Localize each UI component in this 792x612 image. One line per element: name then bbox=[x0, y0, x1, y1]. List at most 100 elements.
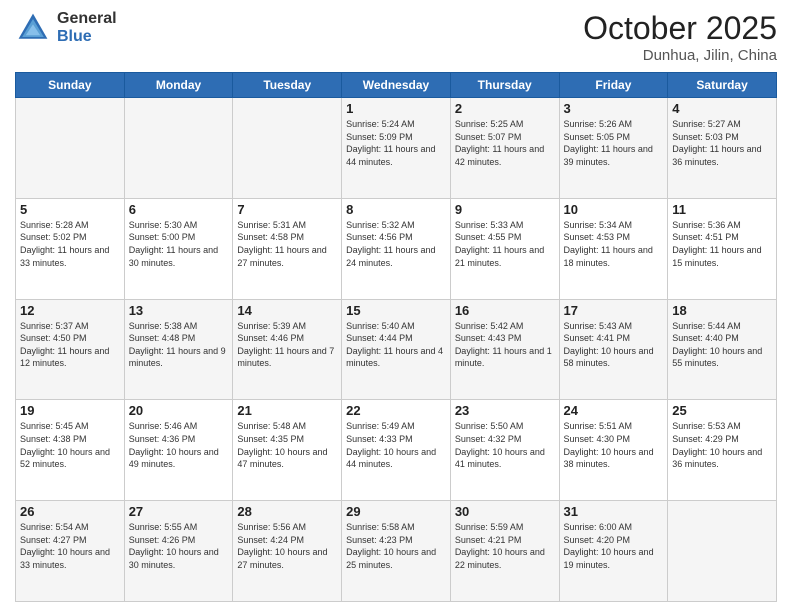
day-number: 29 bbox=[346, 504, 446, 519]
calendar-cell: 19 Sunrise: 5:45 AM Sunset: 4:38 PM Dayli… bbox=[16, 400, 125, 501]
day-info: Sunrise: 5:43 AM Sunset: 4:41 PM Dayligh… bbox=[564, 320, 664, 370]
day-number: 13 bbox=[129, 303, 229, 318]
day-info: Sunrise: 5:37 AM Sunset: 4:50 PM Dayligh… bbox=[20, 320, 120, 370]
month-title: October 2025 bbox=[583, 10, 777, 47]
day-info: Sunrise: 5:31 AM Sunset: 4:58 PM Dayligh… bbox=[237, 219, 337, 269]
calendar-cell bbox=[124, 98, 233, 199]
calendar-cell: 23 Sunrise: 5:50 AM Sunset: 4:32 PM Dayli… bbox=[450, 400, 559, 501]
weekday-header-saturday: Saturday bbox=[668, 73, 777, 98]
day-number: 31 bbox=[564, 504, 664, 519]
day-info: Sunrise: 5:50 AM Sunset: 4:32 PM Dayligh… bbox=[455, 420, 555, 470]
calendar-cell: 24 Sunrise: 5:51 AM Sunset: 4:30 PM Dayli… bbox=[559, 400, 668, 501]
calendar-cell: 8 Sunrise: 5:32 AM Sunset: 4:56 PM Daylig… bbox=[342, 198, 451, 299]
day-number: 5 bbox=[20, 202, 120, 217]
calendar-cell: 30Sunrise: 5:59 AM Sunset: 4:21 PM Dayli… bbox=[450, 501, 559, 602]
calendar-cell bbox=[16, 98, 125, 199]
day-info: Sunrise: 5:38 AM Sunset: 4:48 PM Dayligh… bbox=[129, 320, 229, 370]
day-info: Sunrise: 5:39 AM Sunset: 4:46 PM Dayligh… bbox=[237, 320, 337, 370]
calendar-cell: 5 Sunrise: 5:28 AM Sunset: 5:02 PM Daylig… bbox=[16, 198, 125, 299]
day-number: 11 bbox=[672, 202, 772, 217]
header: General Blue October 2025 Dunhua, Jilin,… bbox=[15, 10, 777, 64]
page: General Blue October 2025 Dunhua, Jilin,… bbox=[0, 0, 792, 612]
day-number: 30 bbox=[455, 504, 555, 519]
day-info: Sunrise: 5:27 AM Sunset: 5:03 PM Dayligh… bbox=[672, 118, 772, 168]
day-number: 22 bbox=[346, 403, 446, 418]
calendar-table: SundayMondayTuesdayWednesdayThursdayFrid… bbox=[15, 72, 777, 602]
day-info: Sunrise: 5:45 AM Sunset: 4:38 PM Dayligh… bbox=[20, 420, 120, 470]
weekday-header-wednesday: Wednesday bbox=[342, 73, 451, 98]
weekday-header-thursday: Thursday bbox=[450, 73, 559, 98]
day-info: Sunrise: 5:55 AM Sunset: 4:26 PM Dayligh… bbox=[129, 521, 229, 571]
day-info: Sunrise: 5:26 AM Sunset: 5:05 PM Dayligh… bbox=[564, 118, 664, 168]
calendar-cell: 10 Sunrise: 5:34 AM Sunset: 4:53 PM Dayli… bbox=[559, 198, 668, 299]
day-info: Sunrise: 5:46 AM Sunset: 4:36 PM Dayligh… bbox=[129, 420, 229, 470]
day-number: 19 bbox=[20, 403, 120, 418]
day-info: Sunrise: 5:48 AM Sunset: 4:35 PM Dayligh… bbox=[237, 420, 337, 470]
calendar-cell: 7 Sunrise: 5:31 AM Sunset: 4:58 PM Daylig… bbox=[233, 198, 342, 299]
day-info: Sunrise: 5:28 AM Sunset: 5:02 PM Dayligh… bbox=[20, 219, 120, 269]
title-block: October 2025 Dunhua, Jilin, China bbox=[583, 10, 777, 64]
calendar-cell: 1Sunrise: 5:24 AM Sunset: 5:09 PM Daylig… bbox=[342, 98, 451, 199]
day-number: 26 bbox=[20, 504, 120, 519]
calendar-cell bbox=[668, 501, 777, 602]
day-info: Sunrise: 5:44 AM Sunset: 4:40 PM Dayligh… bbox=[672, 320, 772, 370]
day-number: 6 bbox=[129, 202, 229, 217]
calendar-cell: 26Sunrise: 5:54 AM Sunset: 4:27 PM Dayli… bbox=[16, 501, 125, 602]
day-number: 3 bbox=[564, 101, 664, 116]
day-info: Sunrise: 5:24 AM Sunset: 5:09 PM Dayligh… bbox=[346, 118, 446, 168]
calendar-cell: 4 Sunrise: 5:27 AM Sunset: 5:03 PM Daylig… bbox=[668, 98, 777, 199]
location: Dunhua, Jilin, China bbox=[583, 47, 777, 64]
day-number: 10 bbox=[564, 202, 664, 217]
day-info: Sunrise: 5:42 AM Sunset: 4:43 PM Dayligh… bbox=[455, 320, 555, 370]
calendar-cell: 22 Sunrise: 5:49 AM Sunset: 4:33 PM Dayli… bbox=[342, 400, 451, 501]
day-number: 16 bbox=[455, 303, 555, 318]
day-number: 25 bbox=[672, 403, 772, 418]
calendar-cell: 15 Sunrise: 5:40 AM Sunset: 4:44 PM Dayli… bbox=[342, 299, 451, 400]
day-number: 23 bbox=[455, 403, 555, 418]
logo-blue: Blue bbox=[57, 28, 117, 46]
calendar-cell: 2Sunrise: 5:25 AM Sunset: 5:07 PM Daylig… bbox=[450, 98, 559, 199]
day-number: 2 bbox=[455, 101, 555, 116]
week-row-5: 26Sunrise: 5:54 AM Sunset: 4:27 PM Dayli… bbox=[16, 501, 777, 602]
day-number: 17 bbox=[564, 303, 664, 318]
week-row-4: 19 Sunrise: 5:45 AM Sunset: 4:38 PM Dayli… bbox=[16, 400, 777, 501]
calendar-cell bbox=[233, 98, 342, 199]
calendar-cell: 6 Sunrise: 5:30 AM Sunset: 5:00 PM Daylig… bbox=[124, 198, 233, 299]
day-info: Sunrise: 6:00 AM Sunset: 4:20 PM Dayligh… bbox=[564, 521, 664, 571]
weekday-header-monday: Monday bbox=[124, 73, 233, 98]
day-number: 12 bbox=[20, 303, 120, 318]
calendar-cell: 31 Sunrise: 6:00 AM Sunset: 4:20 PM Dayli… bbox=[559, 501, 668, 602]
weekday-header-tuesday: Tuesday bbox=[233, 73, 342, 98]
calendar-cell: 25Sunrise: 5:53 AM Sunset: 4:29 PM Dayli… bbox=[668, 400, 777, 501]
day-number: 4 bbox=[672, 101, 772, 116]
calendar-cell: 13 Sunrise: 5:38 AM Sunset: 4:48 PM Dayli… bbox=[124, 299, 233, 400]
day-number: 27 bbox=[129, 504, 229, 519]
weekday-header-sunday: Sunday bbox=[16, 73, 125, 98]
day-info: Sunrise: 5:33 AM Sunset: 4:55 PM Dayligh… bbox=[455, 219, 555, 269]
day-info: Sunrise: 5:51 AM Sunset: 4:30 PM Dayligh… bbox=[564, 420, 664, 470]
day-number: 14 bbox=[237, 303, 337, 318]
calendar-cell: 29 Sunrise: 5:58 AM Sunset: 4:23 PM Dayli… bbox=[342, 501, 451, 602]
weekday-header-row: SundayMondayTuesdayWednesdayThursdayFrid… bbox=[16, 73, 777, 98]
day-info: Sunrise: 5:49 AM Sunset: 4:33 PM Dayligh… bbox=[346, 420, 446, 470]
day-info: Sunrise: 5:56 AM Sunset: 4:24 PM Dayligh… bbox=[237, 521, 337, 571]
day-info: Sunrise: 5:58 AM Sunset: 4:23 PM Dayligh… bbox=[346, 521, 446, 571]
calendar-cell: 17 Sunrise: 5:43 AM Sunset: 4:41 PM Dayli… bbox=[559, 299, 668, 400]
calendar-cell: 12 Sunrise: 5:37 AM Sunset: 4:50 PM Dayli… bbox=[16, 299, 125, 400]
calendar-cell: 14 Sunrise: 5:39 AM Sunset: 4:46 PM Dayli… bbox=[233, 299, 342, 400]
day-info: Sunrise: 5:32 AM Sunset: 4:56 PM Dayligh… bbox=[346, 219, 446, 269]
week-row-2: 5 Sunrise: 5:28 AM Sunset: 5:02 PM Daylig… bbox=[16, 198, 777, 299]
day-info: Sunrise: 5:40 AM Sunset: 4:44 PM Dayligh… bbox=[346, 320, 446, 370]
day-number: 9 bbox=[455, 202, 555, 217]
calendar-cell: 9 Sunrise: 5:33 AM Sunset: 4:55 PM Daylig… bbox=[450, 198, 559, 299]
day-number: 7 bbox=[237, 202, 337, 217]
day-info: Sunrise: 5:30 AM Sunset: 5:00 PM Dayligh… bbox=[129, 219, 229, 269]
day-number: 15 bbox=[346, 303, 446, 318]
day-info: Sunrise: 5:36 AM Sunset: 4:51 PM Dayligh… bbox=[672, 219, 772, 269]
day-number: 24 bbox=[564, 403, 664, 418]
logo: General Blue bbox=[15, 10, 117, 46]
day-number: 20 bbox=[129, 403, 229, 418]
day-info: Sunrise: 5:34 AM Sunset: 4:53 PM Dayligh… bbox=[564, 219, 664, 269]
week-row-1: 1Sunrise: 5:24 AM Sunset: 5:09 PM Daylig… bbox=[16, 98, 777, 199]
day-number: 8 bbox=[346, 202, 446, 217]
